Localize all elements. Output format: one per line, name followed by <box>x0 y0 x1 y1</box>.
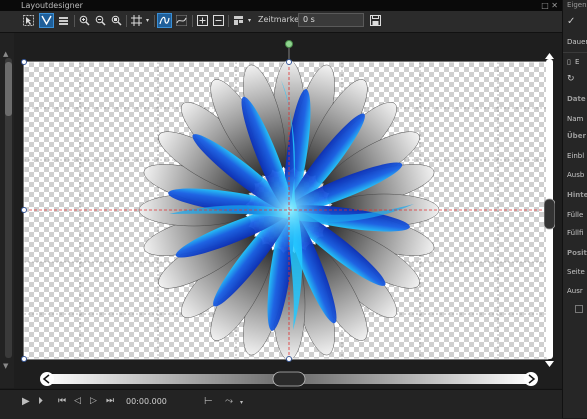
panel-doc-label: E <box>575 58 580 66</box>
transport-bar: ▶ ⏵ ⏮ ◁ ▷ ⏭ 00:00.000 ⊢ ⤳ ▾ <box>0 389 562 419</box>
keyframe-marker-icon[interactable]: ⊢ <box>204 396 213 407</box>
check-icon[interactable]: ✓ <box>567 16 575 27</box>
canvas-overlay <box>23 48 549 361</box>
motion-path-tool-icon[interactable]: ⤳ <box>225 396 233 407</box>
play-icon[interactable]: ▶ <box>22 396 30 407</box>
resize-handle-bottom[interactable] <box>286 356 292 362</box>
right-scroll-control[interactable] <box>544 53 555 367</box>
step-forward-icon[interactable]: ▷ <box>90 396 97 406</box>
resize-handle-left[interactable] <box>21 207 27 213</box>
section-hintergrund: Hinte <box>567 191 587 199</box>
einblenden-label: Einbl <box>567 152 585 160</box>
tool-dropdown-chevron-icon[interactable]: ▾ <box>240 399 243 406</box>
document-icon[interactable]: ▯ <box>567 58 571 66</box>
checkbox[interactable] <box>575 305 583 313</box>
fullung-label: Fülle <box>567 211 584 219</box>
resize-handle-bottom-left[interactable] <box>21 356 27 362</box>
section-position: Posit <box>567 249 587 257</box>
section-uberblendung: Über <box>567 132 586 140</box>
step-back-icon[interactable]: ◁ <box>74 396 81 406</box>
fullfarbe-label: Füllfi <box>567 229 584 237</box>
ausblenden-label: Ausb <box>567 171 585 179</box>
resize-handle-top[interactable] <box>286 59 292 65</box>
skip-forward-icon[interactable]: ⏭ <box>106 396 114 406</box>
ausrichtung-label: Ausr <box>567 287 583 295</box>
section-daten: Date <box>567 95 586 103</box>
panel-tab-dauer[interactable]: Dauer <box>567 38 587 46</box>
seite-label: Seite <box>567 268 585 276</box>
properties-panel: Eigens ✓ Dauer ▯ E ↻ Date Nam Über Einbl… <box>562 0 587 418</box>
panel-title: Eigens <box>567 1 587 9</box>
bottom-scroll-control[interactable] <box>39 371 539 387</box>
refresh-icon[interactable]: ↻ <box>567 74 575 84</box>
timecode-display: 00:00.000 <box>126 397 167 406</box>
rotate-handle[interactable] <box>285 40 293 48</box>
play-segment-icon[interactable]: ⏵ <box>38 396 43 407</box>
resize-handle-top-left[interactable] <box>21 59 27 65</box>
skip-back-icon[interactable]: ⏮ <box>58 396 66 406</box>
name-label: Nam <box>567 115 584 123</box>
